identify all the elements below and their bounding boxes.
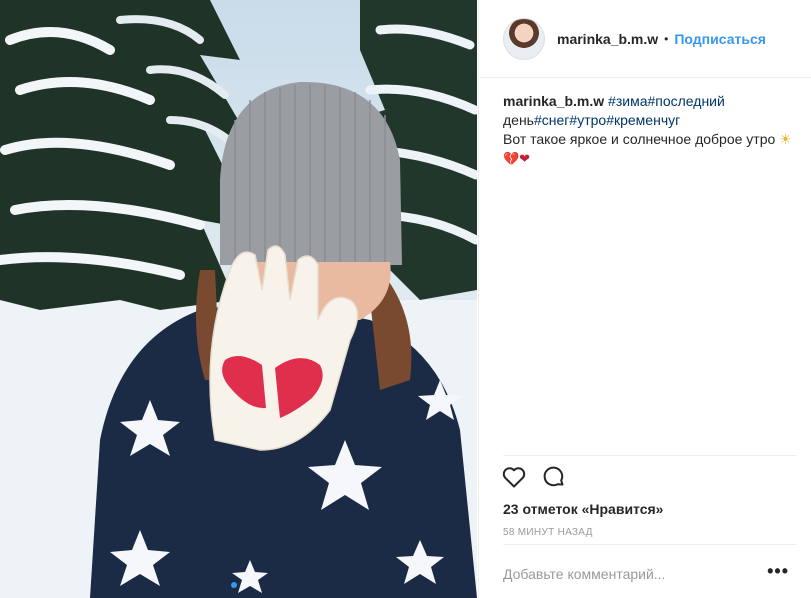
comment-input[interactable] — [503, 566, 753, 582]
post-sidebar: marinka_b.m.w • Подписаться marinka_b.m.… — [478, 0, 811, 598]
header-username[interactable]: marinka_b.m.w — [557, 31, 658, 47]
caption-word-den: день — [503, 112, 534, 128]
beanie — [220, 81, 402, 265]
instagram-post: marinka_b.m.w • Подписаться marinka_b.m.… — [0, 0, 811, 598]
hashtag-posledniy[interactable]: #последний — [647, 93, 724, 109]
more-options-button[interactable]: ••• — [767, 562, 789, 580]
post-timestamp[interactable]: 58 минут назад — [503, 527, 593, 538]
comment-bubble-icon — [543, 466, 564, 487]
carousel-indicator — [0, 582, 477, 588]
photo-illustration — [0, 0, 477, 598]
like-button[interactable] — [501, 464, 527, 490]
hashtag-zima[interactable]: #зима — [608, 93, 647, 109]
avatar[interactable] — [503, 17, 545, 60]
sun-emoji: ☀ — [779, 131, 792, 147]
action-bar — [501, 464, 567, 490]
carousel-dot-active[interactable] — [230, 582, 237, 588]
caption-text: Вот такое яркое и солнечное доброе утро — [503, 131, 776, 147]
likes-count[interactable]: 23 отметок «Нравится» — [503, 501, 663, 517]
post-photo[interactable] — [0, 0, 477, 598]
post-header: marinka_b.m.w • Подписаться — [479, 0, 811, 78]
follow-button[interactable]: Подписаться — [674, 31, 766, 47]
heart-outline-icon — [502, 467, 526, 488]
header-separator: • — [664, 31, 669, 46]
hashtag-utro[interactable]: #утро — [569, 112, 606, 128]
caption-username[interactable]: marinka_b.m.w — [503, 93, 604, 109]
hearts-emoji: 💔❤ — [503, 151, 531, 166]
divider — [503, 544, 797, 545]
carousel-dot[interactable] — [240, 582, 247, 588]
divider — [503, 455, 797, 456]
hashtag-sneg[interactable]: #снег — [534, 112, 569, 128]
spruce-tree-left — [0, 0, 255, 310]
comment-button[interactable] — [541, 464, 567, 490]
hashtag-kremenchug[interactable]: #кременчуг — [606, 112, 680, 128]
post-caption: marinka_b.m.w #зима#последний день#снег#… — [503, 92, 797, 168]
